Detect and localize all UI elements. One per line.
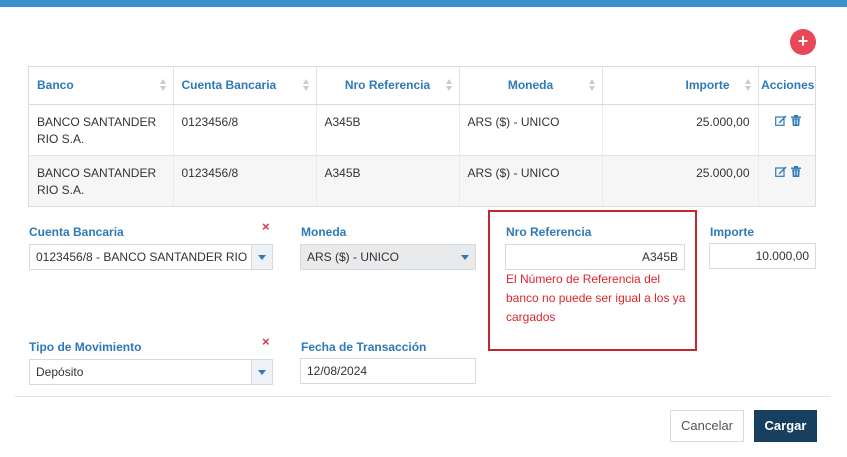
submit-button[interactable]: Cargar bbox=[754, 410, 817, 442]
table-row: BANCO SANTANDER RIO S.A. 0123456/8 A345B… bbox=[29, 155, 815, 206]
cell-cuenta: 0123456/8 bbox=[173, 104, 317, 156]
cell-banco: BANCO SANTANDER RIO S.A. bbox=[29, 155, 174, 206]
nro-referencia-label: Nro Referencia bbox=[506, 225, 592, 239]
column-header-cuenta[interactable]: Cuenta Bancaria bbox=[173, 67, 317, 105]
clear-tipo-icon[interactable]: × bbox=[262, 334, 270, 349]
records-table: Banco Cuenta Bancaria Nro Referencia Mon… bbox=[28, 66, 816, 207]
add-row-button[interactable]: + bbox=[790, 29, 816, 55]
clear-cuenta-icon[interactable]: × bbox=[262, 219, 270, 234]
sort-icon[interactable] bbox=[302, 79, 310, 91]
column-header-referencia[interactable]: Nro Referencia bbox=[316, 67, 460, 105]
chevron-down-icon[interactable] bbox=[251, 245, 272, 269]
column-header-label: Nro Referencia bbox=[344, 78, 431, 93]
importe-label: Importe bbox=[710, 225, 755, 239]
cell-moneda: ARS ($) - UNICO bbox=[459, 104, 603, 156]
cuenta-bancaria-select[interactable]: 0123456/8 - BANCO SANTANDER RIO ... bbox=[29, 244, 273, 270]
fecha-transaccion-input[interactable]: 12/08/2024 bbox=[300, 358, 476, 384]
moneda-value: ARS ($) - UNICO bbox=[307, 250, 400, 264]
fecha-transaccion-label: Fecha de Transacción bbox=[301, 340, 427, 354]
trash-icon[interactable] bbox=[790, 114, 801, 131]
table-row: BANCO SANTANDER RIO S.A. 0123456/8 A345B… bbox=[29, 104, 815, 156]
tipo-movimiento-select[interactable]: Depósito bbox=[29, 359, 273, 385]
table-header-row: Banco Cuenta Bancaria Nro Referencia Mon… bbox=[29, 67, 815, 105]
cell-acciones bbox=[758, 104, 815, 156]
cell-referencia: A345B bbox=[316, 155, 460, 206]
moneda-select[interactable]: ARS ($) - UNICO bbox=[300, 244, 476, 270]
cuenta-bancaria-label: Cuenta Bancaria bbox=[29, 225, 124, 239]
cell-acciones bbox=[758, 155, 815, 206]
tipo-movimiento-value: Depósito bbox=[36, 365, 84, 379]
column-header-label: Cuenta Bancaria bbox=[181, 78, 277, 93]
column-header-banco[interactable]: Banco bbox=[29, 67, 174, 105]
sort-icon[interactable] bbox=[588, 79, 596, 91]
tipo-movimiento-label: Tipo de Movimiento bbox=[29, 340, 142, 354]
referencia-error-message: El Número de Referencia del banco no pue… bbox=[506, 272, 686, 324]
column-header-label: Importe bbox=[685, 78, 730, 93]
cuenta-bancaria-value: 0123456/8 - BANCO SANTANDER RIO ... bbox=[36, 250, 261, 264]
plus-icon: + bbox=[797, 31, 809, 51]
column-header-label: Banco bbox=[37, 78, 74, 93]
sort-icon[interactable] bbox=[159, 79, 167, 91]
chevron-down-icon[interactable] bbox=[455, 245, 475, 269]
cell-banco: BANCO SANTANDER RIO S.A. bbox=[29, 104, 174, 156]
cell-cuenta: 0123456/8 bbox=[173, 155, 317, 206]
edit-icon[interactable] bbox=[774, 114, 787, 131]
column-header-moneda[interactable]: Moneda bbox=[459, 67, 603, 105]
cell-importe: 25.000,00 bbox=[602, 104, 759, 156]
cancel-button[interactable]: Cancelar bbox=[670, 410, 744, 442]
importe-input[interactable]: 10.000,00 bbox=[709, 243, 816, 269]
sort-icon[interactable] bbox=[445, 79, 453, 91]
moneda-label: Moneda bbox=[301, 225, 347, 239]
trash-icon[interactable] bbox=[790, 165, 801, 182]
cell-referencia: A345B bbox=[316, 104, 460, 156]
edit-icon[interactable] bbox=[774, 165, 787, 182]
chevron-down-icon[interactable] bbox=[251, 360, 272, 384]
cell-moneda: ARS ($) - UNICO bbox=[459, 155, 603, 206]
column-header-importe[interactable]: Importe bbox=[602, 67, 759, 105]
column-header-label: Moneda bbox=[507, 78, 554, 93]
column-header-label: Acciones bbox=[761, 78, 815, 93]
top-accent-bar bbox=[0, 0, 847, 7]
footer-divider bbox=[14, 396, 831, 397]
column-header-acciones: Acciones bbox=[758, 67, 815, 105]
sort-icon[interactable] bbox=[744, 79, 752, 91]
cell-importe: 25.000,00 bbox=[602, 155, 759, 206]
nro-referencia-input[interactable]: A345B bbox=[505, 244, 685, 270]
